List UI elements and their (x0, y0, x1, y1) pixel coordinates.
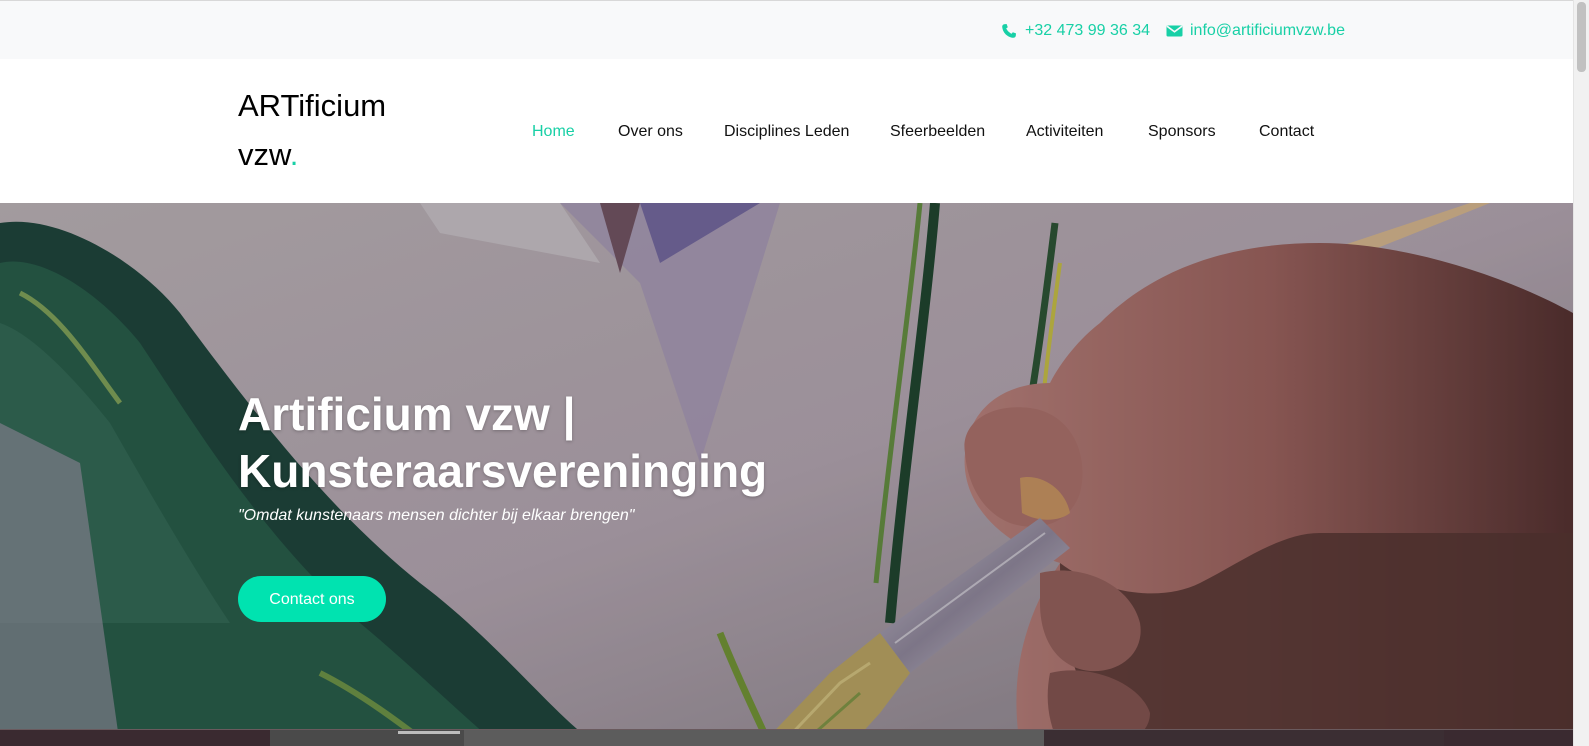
hero-title: Artificium vzw | Kunsteraarsvereninging (238, 386, 938, 500)
logo-dot: . (289, 137, 299, 172)
phone-icon (1001, 23, 1017, 39)
hero-subtitle: "Omdat kunstenaars mensen dichter bij el… (238, 507, 635, 524)
nav-item-home[interactable]: Home (532, 121, 575, 143)
page: +32 473 99 36 34 info@artificiumvzw.be A… (0, 0, 1589, 746)
strip-segment (398, 731, 460, 734)
email-link[interactable]: info@artificiumvzw.be (1166, 21, 1345, 41)
phone-link[interactable]: +32 473 99 36 34 (1001, 21, 1150, 41)
email-address: info@artificiumvzw.be (1190, 22, 1345, 39)
scrollbar-thumb[interactable] (1577, 2, 1586, 72)
contact-ons-button[interactable]: Contact ons (238, 576, 386, 622)
nav-item-disciplines-leden[interactable]: Disciplines Leden (724, 121, 849, 143)
page-scrollbar[interactable] (1573, 0, 1589, 746)
phone-number: +32 473 99 36 34 (1025, 22, 1151, 39)
site-header: ARTificium vzw. Home Over ons Discipline… (0, 59, 1573, 203)
contact-bar: +32 473 99 36 34 info@artificiumvzw.be (0, 0, 1573, 59)
page-content: +32 473 99 36 34 info@artificiumvzw.be A… (0, 0, 1573, 746)
nav-item-contact[interactable]: Contact (1259, 121, 1314, 143)
nav-item-sponsors[interactable]: Sponsors (1148, 121, 1216, 143)
strip-segment (1044, 730, 1444, 746)
logo-line-2: vzw. (238, 130, 428, 179)
hero-section: Artificium vzw | Kunsteraarsvereninging … (0, 203, 1573, 746)
logo-vzw: vzw (238, 137, 290, 172)
hero-title-line-2: Kunsteraarsvereninging (238, 445, 768, 497)
nav-item-sfeerbeelden[interactable]: Sfeerbeelden (890, 121, 985, 143)
nav-item-over-ons[interactable]: Over ons (618, 121, 683, 143)
envelope-icon (1166, 23, 1183, 39)
logo-line-1: ARTificium (238, 88, 387, 123)
strip-segment (464, 730, 1044, 746)
nav-item-activiteiten[interactable]: Activiteiten (1026, 121, 1103, 143)
hero-title-line-1: Artificium vzw | (238, 388, 576, 440)
site-logo[interactable]: ARTificium vzw. (238, 81, 428, 179)
next-section-edge (0, 729, 1573, 746)
